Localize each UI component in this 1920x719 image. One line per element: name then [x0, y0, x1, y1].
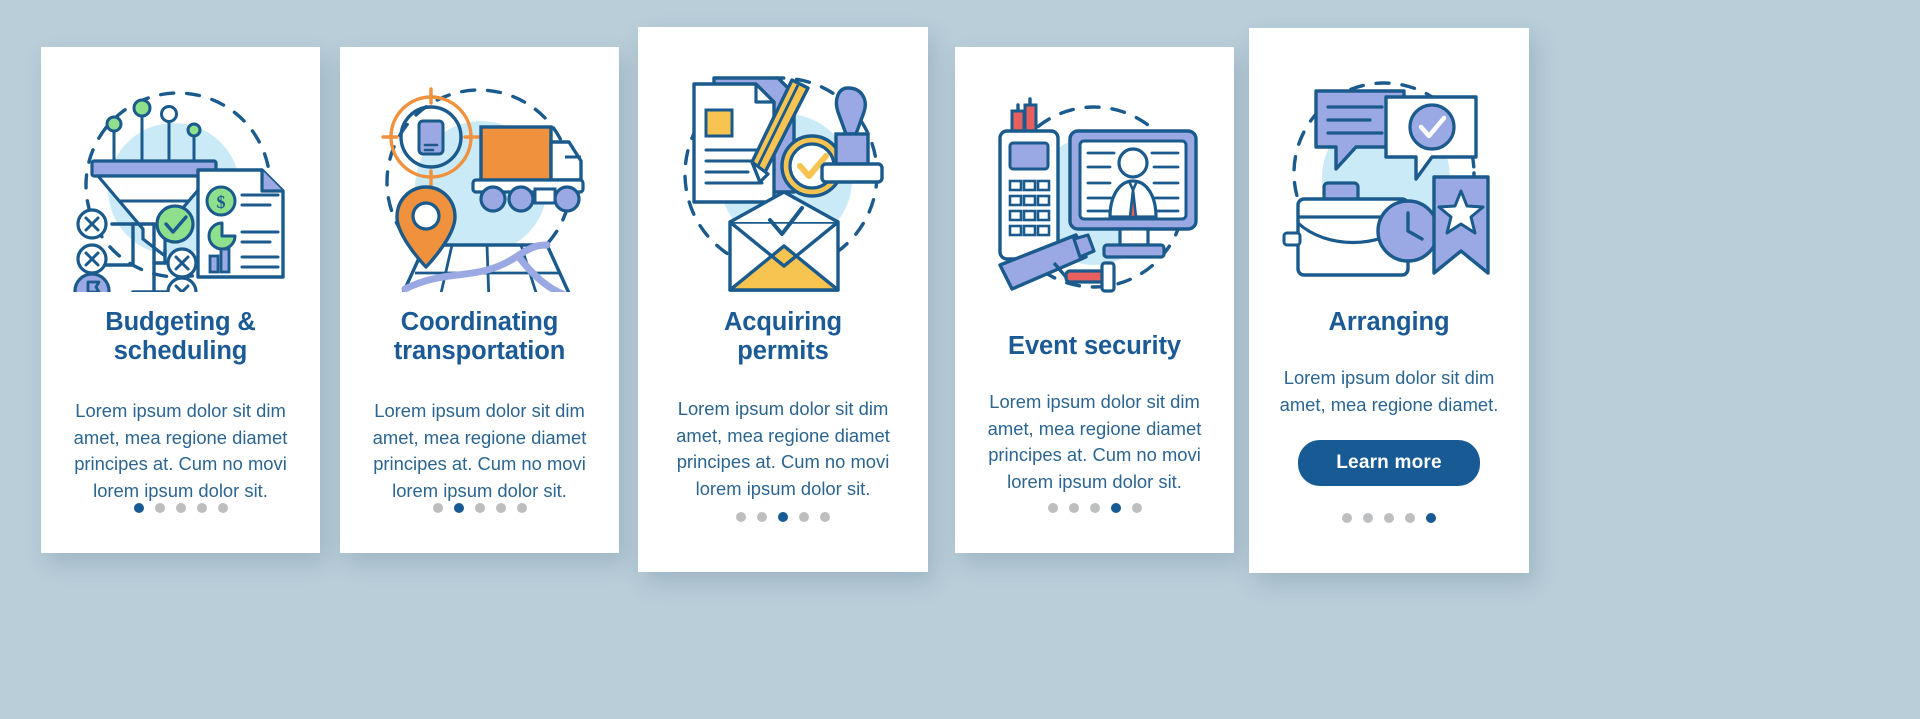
truck-map-pin-icon	[380, 87, 585, 292]
pagination-dot[interactable]	[778, 512, 788, 522]
illustration-container	[1249, 28, 1529, 278]
pagination-dot[interactable]	[820, 512, 830, 522]
radio-cctv-monitor-icon	[997, 97, 1198, 293]
pagination-dots[interactable]	[955, 503, 1234, 513]
card-title: Budgeting & scheduling	[105, 308, 256, 365]
onboarding-card-budgeting-scheduling[interactable]: $ Budgeting & scheduling Lorem ipsum dol…	[41, 47, 320, 553]
card-title: Arranging	[1328, 308, 1450, 336]
onboarding-card-acquiring-permits[interactable]: Acquiring permits Lorem ipsum dolor sit …	[638, 27, 928, 572]
illustration-container	[638, 27, 928, 292]
pagination-dot[interactable]	[175, 503, 186, 513]
onboarding-card-coordinating-transportation[interactable]: Coordinating transportation Lorem ipsum …	[340, 47, 619, 553]
illustration-container	[955, 47, 1234, 302]
pagination-dot[interactable]	[799, 512, 809, 522]
pagination-dot[interactable]	[1426, 513, 1436, 523]
illustration-container	[340, 47, 619, 292]
pagination-dot[interactable]	[1047, 503, 1058, 513]
card-body-text: Lorem ipsum dolor sit dim amet, mea regi…	[987, 391, 1202, 492]
pagination-dot[interactable]	[1405, 513, 1415, 523]
pagination-dot[interactable]	[757, 512, 767, 522]
briefcase-chat-bookmark-icon	[1282, 81, 1490, 277]
pagination-dot[interactable]	[1131, 503, 1142, 513]
pagination-dot[interactable]	[432, 503, 443, 513]
funnel-chart-report-icon: $	[72, 91, 285, 292]
pagination-dot[interactable]	[495, 503, 506, 513]
card-body-text: Lorem ipsum dolor sit dim amet, mea regi…	[676, 398, 890, 499]
pagination-dot[interactable]	[453, 503, 464, 513]
pagination-dot[interactable]	[133, 503, 144, 513]
pagination-dots[interactable]	[41, 503, 320, 513]
pagination-dots[interactable]	[340, 503, 619, 513]
pagination-dot[interactable]	[217, 503, 228, 513]
card-body-text: Lorem ipsum dolor sit dim amet, mea regi…	[73, 400, 288, 501]
pagination-dot[interactable]	[196, 503, 207, 513]
pagination-dots[interactable]	[638, 512, 928, 522]
onboarding-screens: $ Budgeting & scheduling Lorem ipsum dol…	[0, 0, 1920, 719]
svg-text:$: $	[216, 192, 225, 212]
card-title: Acquiring permits	[723, 308, 843, 365]
card-body-text: Lorem ipsum dolor sit dim amet, mea regi…	[1279, 367, 1499, 415]
pagination-dot[interactable]	[736, 512, 746, 522]
pagination-dot[interactable]	[154, 503, 165, 513]
pagination-dots[interactable]	[1249, 513, 1529, 523]
pagination-dot[interactable]	[516, 503, 527, 513]
learn-more-button[interactable]: Learn more	[1298, 440, 1480, 486]
pagination-dot[interactable]	[1068, 503, 1079, 513]
card-title: Event security	[1008, 332, 1181, 360]
document-stamp-envelope-icon	[683, 76, 884, 292]
card-list: $ Budgeting & scheduling Lorem ipsum dol…	[0, 0, 1920, 719]
pagination-dot[interactable]	[474, 503, 485, 513]
pagination-dot[interactable]	[1384, 513, 1394, 523]
pagination-dot[interactable]	[1089, 503, 1100, 513]
pagination-dot[interactable]	[1363, 513, 1373, 523]
pagination-dot[interactable]	[1342, 513, 1352, 523]
illustration-container: $	[41, 47, 320, 292]
card-title: Coordinating transportation	[393, 308, 566, 365]
onboarding-card-event-security[interactable]: Event security Lorem ipsum dolor sit dim…	[955, 47, 1234, 553]
onboarding-card-arranging[interactable]: Arranging Lorem ipsum dolor sit dim amet…	[1249, 28, 1529, 573]
card-body-text: Lorem ipsum dolor sit dim amet, mea regi…	[372, 400, 587, 501]
pagination-dot[interactable]	[1110, 503, 1121, 513]
